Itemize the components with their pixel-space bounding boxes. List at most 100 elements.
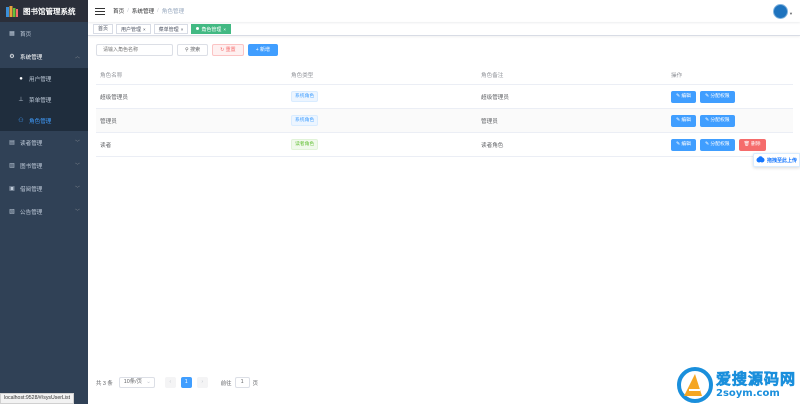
total-count: 共 3 条: [96, 380, 113, 387]
delete-button[interactable]: 🗑 删除: [738, 138, 766, 151]
edit-icon: ✎: [704, 93, 710, 99]
tag-home[interactable]: 首页: [93, 23, 114, 34]
hamburger-icon[interactable]: [95, 7, 105, 15]
actions-cell: ✎ 编辑 ✎ 分配权限 🗑 删除: [667, 138, 793, 151]
next-page-button[interactable]: ›: [196, 377, 208, 388]
page-unit-label: 页: [252, 380, 258, 387]
close-icon[interactable]: ×: [143, 27, 146, 32]
assign-label: 分配权限: [710, 141, 730, 147]
tag-menus[interactable]: 菜单管理 ×: [153, 23, 189, 34]
page-size-value: 10条/页: [123, 379, 143, 385]
sidebar-item-menus[interactable]: ⊥ 菜单管理: [0, 89, 88, 110]
tag-label: 角色管理: [201, 26, 222, 33]
book-icon: ▥: [9, 163, 15, 169]
role-remark-cell: 读者角色: [481, 142, 504, 149]
delete-label: 删除: [751, 141, 761, 147]
watermark-text: 爱搜源码网: [716, 370, 797, 389]
search-button-label: 搜索: [190, 47, 201, 53]
sidebar-item-borrow[interactable]: ▣ 借阅管理 ﹀: [0, 177, 88, 200]
refresh-icon: ↻: [220, 47, 225, 53]
sidebar-item-label: 公告管理: [20, 209, 43, 216]
watermark-domain: 2soym.com: [716, 388, 780, 399]
system-submenu: ● 用户管理 ⊥ 菜单管理 ⚇ 角色管理: [0, 68, 88, 131]
active-dot-icon: [196, 26, 200, 30]
sidebar-item-label: 图书管理: [20, 163, 43, 170]
chevron-up-icon: ︿: [74, 54, 80, 60]
reset-button-label: 重置: [225, 47, 236, 53]
actions-cell: ✎ 编辑 ✎ 分配权限: [667, 114, 793, 127]
role-type-cell: 读者角色: [287, 139, 477, 150]
goto-label: 前往: [220, 380, 232, 387]
role-type-cell: 系统角色: [287, 115, 477, 126]
app-title: 图书馆管理系统: [23, 6, 76, 16]
role-name-search-input[interactable]: [96, 44, 173, 56]
assign-permission-button[interactable]: ✎ 分配权限: [699, 138, 735, 151]
site-watermark: 爱搜源码网 2soym.com: [676, 366, 800, 404]
assign-permission-button[interactable]: ✎ 分配权限: [699, 90, 735, 103]
column-header: 操作: [671, 72, 683, 79]
tag-users[interactable]: 用户管理 ×: [116, 23, 151, 34]
tag-roles[interactable]: 角色管理 ×: [191, 23, 231, 34]
prev-page-button[interactable]: ‹: [164, 377, 176, 388]
search-toolbar: ⚲ 搜索 ↻ 重置 + 新增: [96, 44, 282, 56]
trash-icon: 🗑: [743, 141, 750, 147]
close-icon[interactable]: ×: [223, 27, 226, 32]
sidebar-item-users[interactable]: ● 用户管理: [0, 68, 88, 89]
sidebar-item-roles[interactable]: ⚇ 角色管理: [0, 110, 88, 131]
breadcrumb-home[interactable]: 首页: [113, 7, 124, 15]
page-number-current[interactable]: 1: [180, 377, 192, 388]
sidebar-item-notices[interactable]: ▧ 公告管理 ﹀: [0, 200, 88, 223]
assign-label: 分配权限: [710, 93, 730, 99]
table-row: 读者 读者角色 读者角色 ✎ 编辑 ✎ 分配权限 🗑 删除: [96, 133, 793, 157]
column-header: 角色名称: [100, 72, 123, 79]
edit-button[interactable]: ✎ 编辑: [671, 114, 696, 127]
dashboard-icon: ▦: [9, 31, 15, 37]
assign-label: 分配权限: [710, 117, 730, 123]
notice-icon: ▧: [9, 209, 15, 215]
sidebar-item-readers[interactable]: ▤ 读者管理 ﹀: [0, 131, 88, 154]
avatar[interactable]: [773, 4, 788, 19]
breadcrumb-separator: /: [157, 8, 159, 14]
upload-widget-label: 拖拽至此上传: [767, 157, 798, 164]
role-type-cell: 系统角色: [287, 91, 477, 102]
breadcrumb-current: 角色管理: [161, 9, 185, 15]
assign-permission-button[interactable]: ✎ 分配权限: [699, 114, 735, 127]
goto-page-input[interactable]: 1: [234, 377, 250, 388]
sidebar-item-label: 角色管理: [29, 118, 52, 125]
edit-label: 编辑: [681, 117, 691, 123]
edit-button[interactable]: ✎ 编辑: [671, 90, 696, 103]
caret-down-icon[interactable]: ▼: [789, 11, 793, 16]
search-icon: ⚲: [185, 47, 189, 53]
edit-label: 编辑: [681, 93, 691, 99]
cloud-upload-icon: [756, 155, 765, 165]
breadcrumb-system[interactable]: 系统管理: [132, 7, 154, 15]
tag-label: 首页: [98, 25, 109, 32]
add-button-label: 新增: [260, 47, 271, 53]
search-button[interactable]: ⚲ 搜索: [177, 44, 209, 56]
sidebar-item-books[interactable]: ▥ 图书管理 ﹀: [0, 154, 88, 177]
sidebar-item-home[interactable]: ▦ 首页: [0, 22, 88, 45]
sidebar-item-label: 菜单管理: [29, 97, 52, 104]
page-size-select[interactable]: 10条/页 ⌄: [118, 377, 155, 388]
chevron-down-icon: ﹀: [74, 209, 80, 215]
edit-label: 编辑: [681, 141, 691, 147]
borrow-icon: ▣: [9, 186, 15, 192]
upload-drop-widget[interactable]: 拖拽至此上传: [753, 153, 800, 167]
add-button[interactable]: + 新增: [247, 44, 279, 56]
close-icon[interactable]: ×: [181, 27, 184, 32]
app-logo[interactable]: 图书馆管理系统: [0, 0, 88, 22]
table-header: 角色名称 角色类型 角色备注 操作: [96, 65, 793, 85]
edit-button[interactable]: ✎ 编辑: [671, 138, 696, 151]
column-header: 角色类型: [291, 72, 314, 79]
reset-button[interactable]: ↻ 重置: [212, 44, 244, 56]
tag-label: 菜单管理: [158, 26, 179, 33]
plus-icon: +: [255, 47, 259, 53]
chevron-down-icon: ﹀: [74, 186, 80, 192]
sidebar-item-system[interactable]: ⚙ 系统管理 ︿: [0, 45, 88, 68]
library-logo-icon: [6, 5, 18, 17]
tree-icon: ⊥: [18, 97, 24, 103]
chevron-down-icon: ⌄: [146, 379, 151, 385]
edit-icon: ✎: [704, 117, 710, 123]
breadcrumb: 首页 / 系统管理 / 角色管理: [113, 7, 184, 15]
role-type-tag: 系统角色: [291, 91, 319, 102]
